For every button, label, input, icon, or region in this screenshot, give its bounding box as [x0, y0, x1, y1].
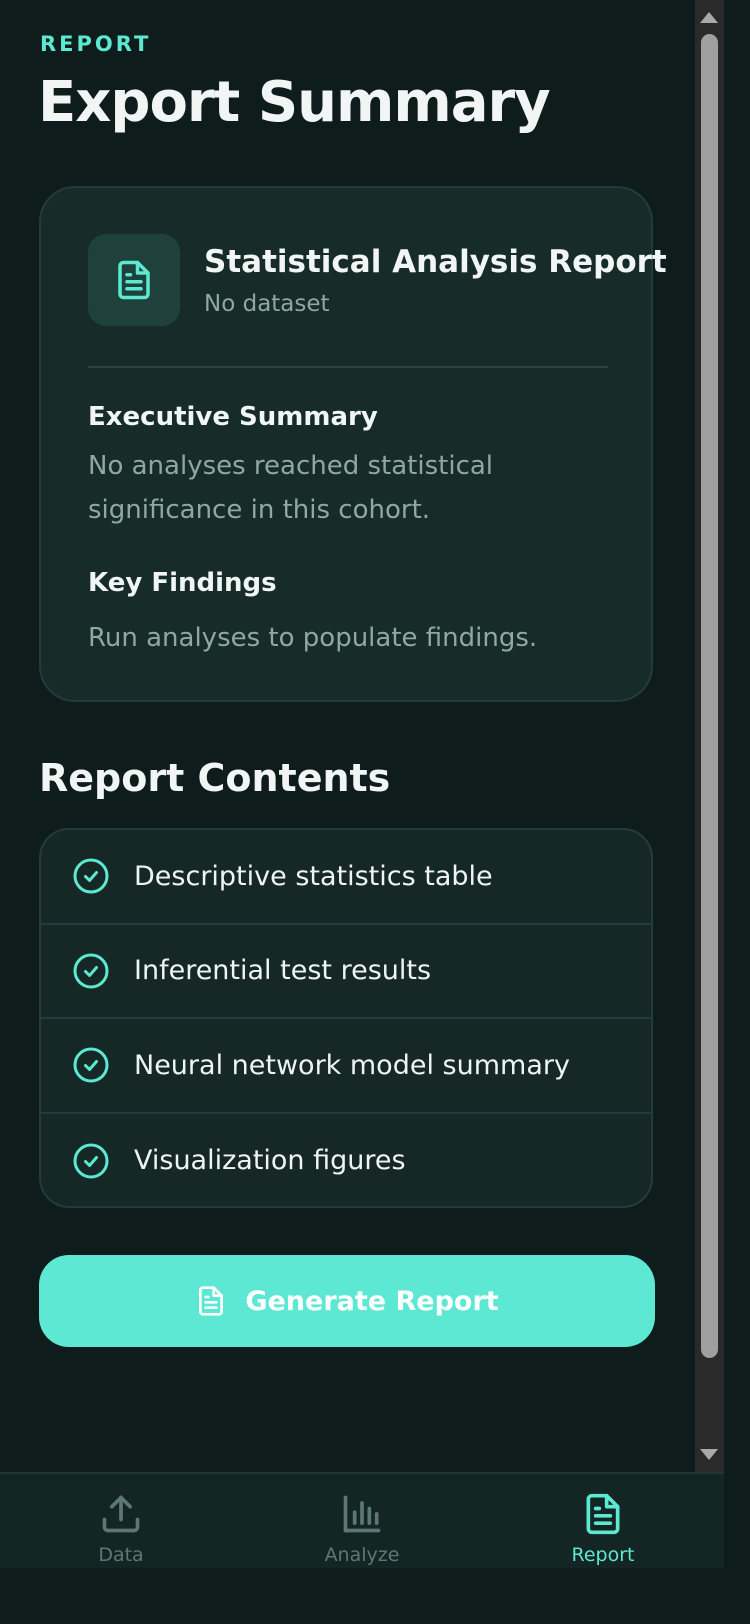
list-item: Visualization figures: [41, 1114, 651, 1207]
check-circle-icon: [73, 1143, 109, 1179]
nav-item-data[interactable]: Data: [51, 1474, 191, 1568]
page-eyebrow: REPORT: [40, 32, 152, 56]
check-circle-icon: [73, 953, 109, 989]
document-icon: [88, 234, 180, 326]
list-item: Descriptive statistics table: [41, 830, 651, 925]
scroll-up-arrow-icon[interactable]: [700, 12, 718, 23]
list-item-label: Neural network model summary: [134, 1049, 570, 1081]
executive-summary-heading: Executive Summary: [88, 402, 378, 432]
key-findings-heading: Key Findings: [88, 568, 277, 598]
report-title: Statistical Analysis Report: [204, 244, 667, 280]
scrollbar-thumb[interactable]: [701, 34, 718, 1358]
vertical-scrollbar[interactable]: [695, 0, 724, 1472]
nav-item-report[interactable]: Report: [533, 1474, 673, 1568]
generate-report-label: Generate Report: [245, 1285, 499, 1317]
list-item-label: Visualization figures: [134, 1145, 406, 1177]
report-screen: REPORT Export Summary Statistical Analys…: [0, 0, 724, 1568]
scroll-content[interactable]: REPORT Export Summary Statistical Analys…: [0, 0, 695, 1472]
bar-chart-icon: [343, 1495, 381, 1533]
report-contents-heading: Report Contents: [39, 756, 391, 800]
executive-summary-text: No analyses reached statistical signific…: [88, 451, 494, 525]
list-item-label: Descriptive statistics table: [134, 860, 493, 892]
scroll-down-arrow-icon[interactable]: [700, 1449, 718, 1460]
dataset-label: No dataset: [204, 291, 330, 317]
report-summary-card: Statistical Analysis Report No dataset E…: [39, 186, 667, 702]
check-circle-icon: [73, 858, 109, 894]
nav-item-analyze[interactable]: Analyze: [292, 1474, 432, 1568]
list-item: Neural network model summary: [41, 1019, 651, 1114]
check-circle-icon: [73, 1047, 109, 1083]
nav-label-data: Data: [98, 1544, 144, 1566]
generate-report-button[interactable]: Generate Report: [39, 1255, 655, 1347]
key-findings-text: Run analyses to populate findings.: [88, 623, 538, 653]
list-item-label: Inferential test results: [134, 955, 432, 987]
nav-label-analyze: Analyze: [324, 1544, 400, 1566]
upload-icon: [102, 1495, 140, 1533]
nav-label-report: Report: [571, 1544, 635, 1566]
bottom-navigation: Data Analyze Report: [0, 1472, 724, 1568]
list-item: Inferential test results: [41, 925, 651, 1019]
page-title: Export Summary: [38, 70, 551, 135]
document-icon: [195, 1283, 227, 1319]
report-contents-list: Descriptive statistics table Inferential…: [39, 828, 653, 1208]
card-divider: [88, 366, 608, 368]
document-icon: [586, 1493, 620, 1535]
